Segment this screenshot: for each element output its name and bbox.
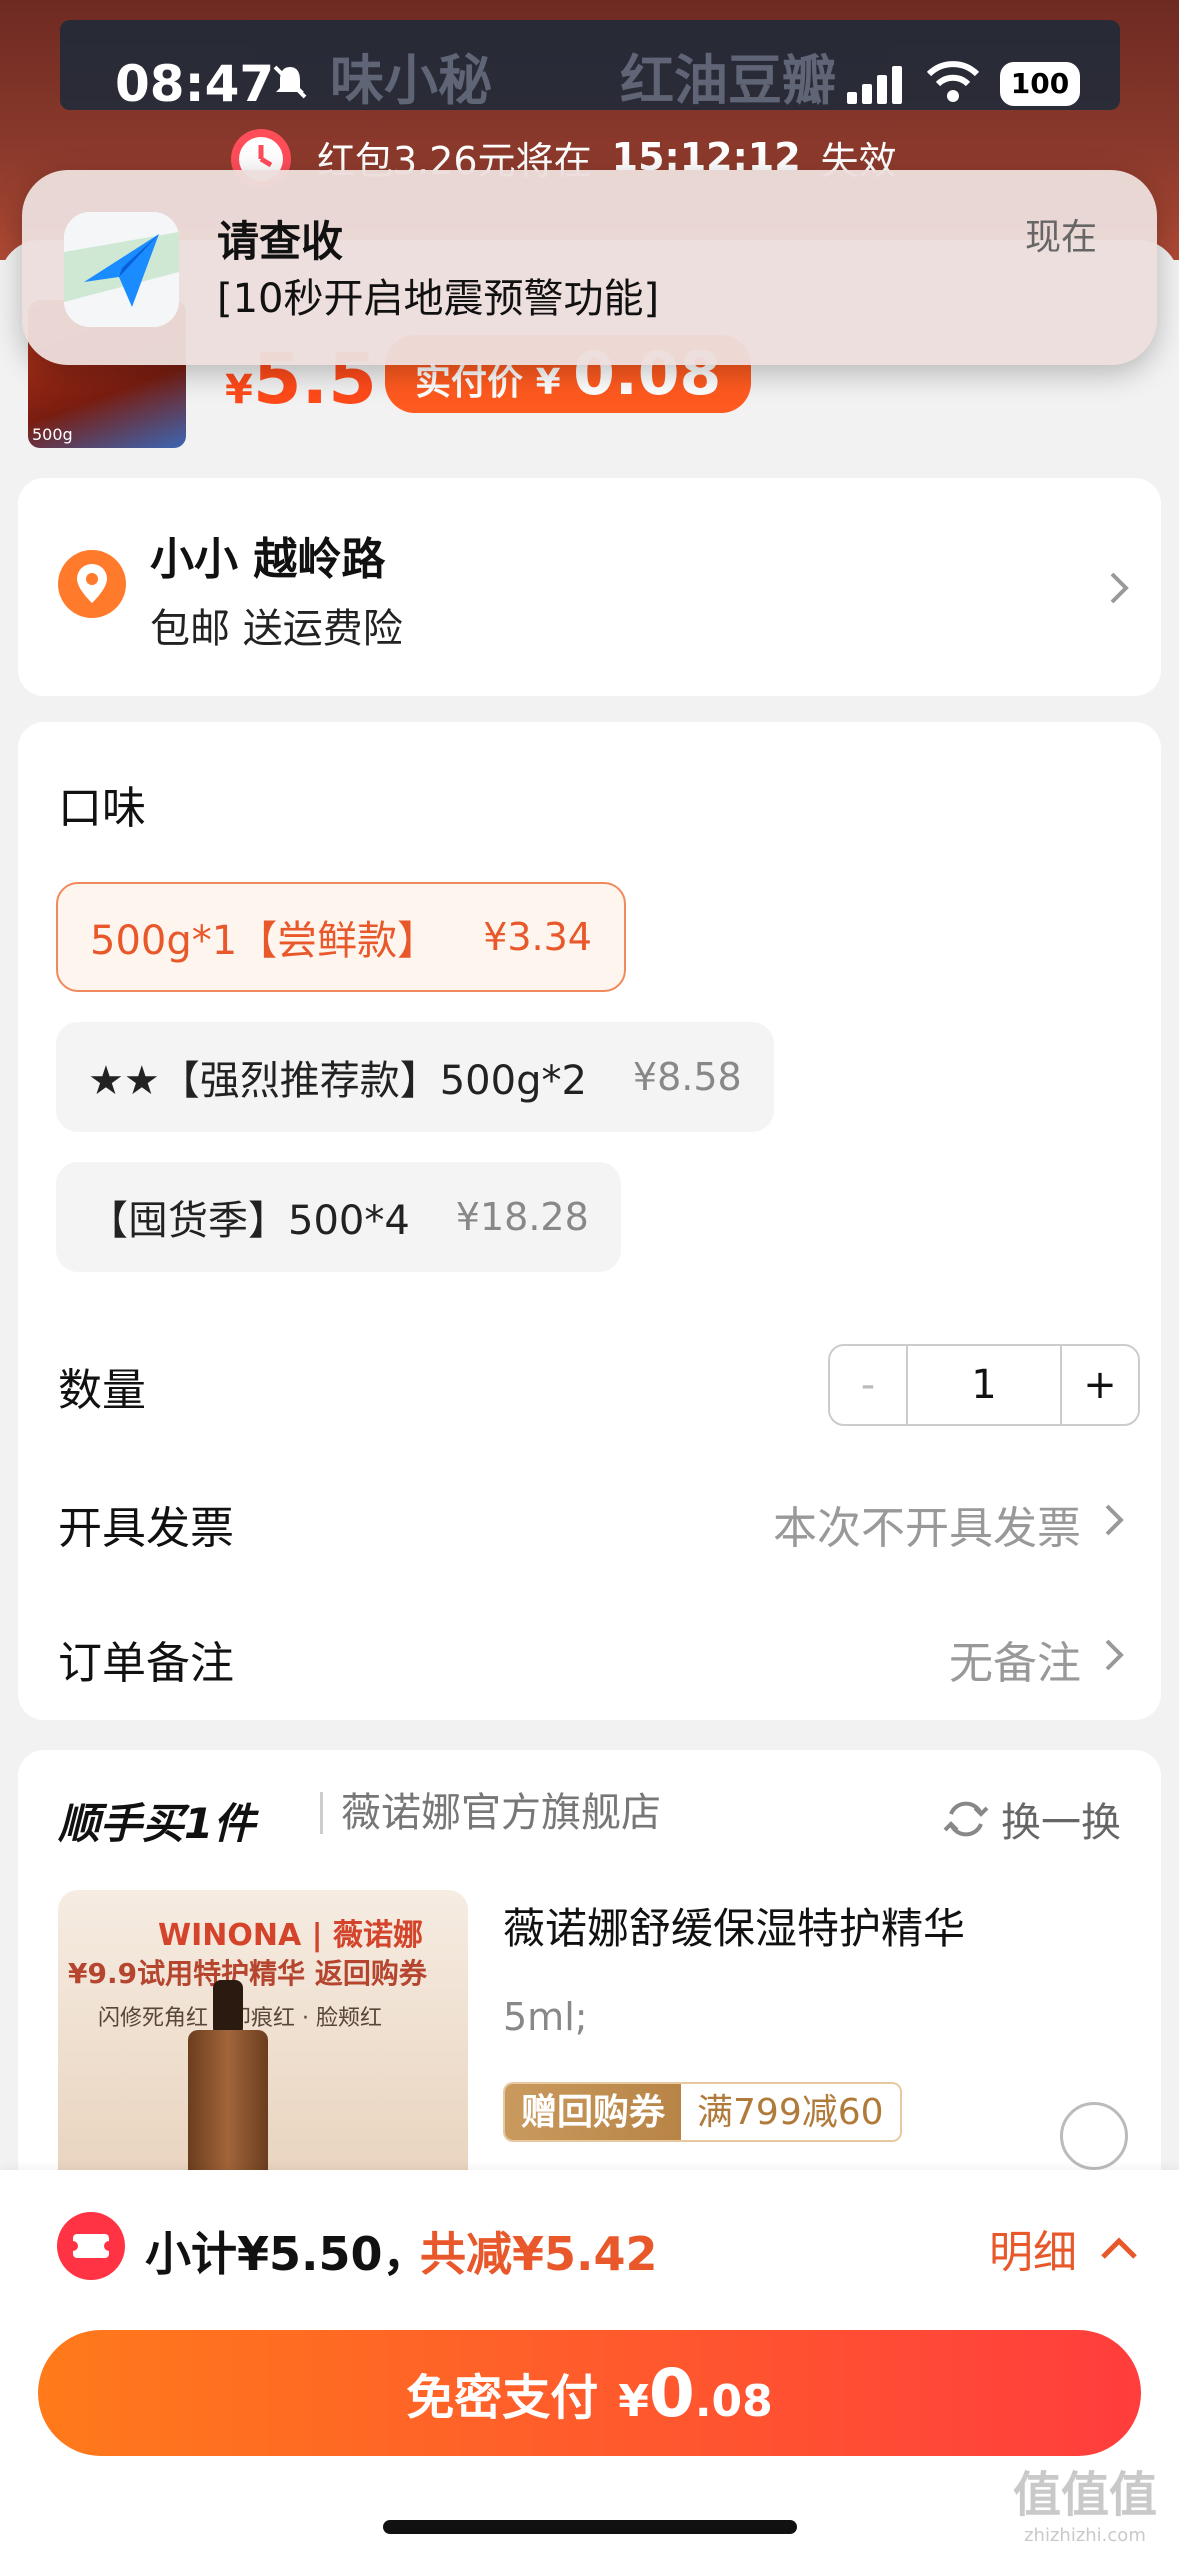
recommend-title: 顺手买1件	[58, 1799, 256, 1848]
quantity-label: 数量	[58, 1365, 146, 1416]
thumbnail-weight: 500g	[32, 425, 73, 444]
recommend-product-name[interactable]: 薇诺娜舒缓保湿特护精华	[503, 1895, 965, 1956]
coupon-tag: 赠回购券	[505, 2084, 682, 2140]
status-time: 08:47	[115, 55, 275, 113]
quantity-plus-button[interactable]: +	[1060, 1346, 1138, 1424]
flavor-label: 口味	[58, 783, 146, 834]
recommend-product-spec: 5ml;	[503, 1995, 588, 2039]
option-price: ¥3.34	[483, 915, 592, 959]
home-indicator[interactable]	[383, 2520, 797, 2534]
location-pin-icon	[58, 550, 126, 618]
quantity-value[interactable]: 1	[908, 1346, 1060, 1424]
remark-value[interactable]: 无备注	[949, 1627, 1081, 1691]
refresh-icon	[943, 1801, 989, 1837]
notification-body: [10秒开启地震预警功能]	[217, 276, 660, 322]
pay-dec: .08	[694, 2375, 773, 2427]
chevron-right-icon	[1110, 572, 1129, 604]
option-label: 500g*1【尝鲜款】	[90, 918, 438, 964]
real-price-label: 实付价	[415, 362, 524, 403]
option-label: ★★【强烈推荐款】500g*2	[88, 1058, 587, 1104]
image-promo: ¥9.9试用特护精华 返回购券	[68, 1957, 427, 1990]
option-500-4[interactable]: 【囤货季】500*4 ¥18.28	[56, 1162, 621, 1272]
option-label: 【囤货季】500*4	[88, 1198, 410, 1244]
add-item-radio[interactable]	[1060, 2102, 1128, 2170]
chevron-right-icon	[1105, 1504, 1124, 1536]
address-card[interactable]: 小小 越岭路 包邮 送运费险	[18, 478, 1161, 696]
bell-muted-icon	[273, 65, 307, 99]
coupon-ticket-icon	[57, 2212, 125, 2280]
site-watermark: 值值值 zhizhizhi.com	[1013, 2455, 1157, 2546]
wifi-icon	[926, 61, 980, 102]
pay-button[interactable]: 免密支付 ¥0.08	[38, 2330, 1141, 2456]
coupon-value: 满799减60	[681, 2084, 900, 2140]
cellular-signal-icon	[847, 66, 902, 104]
pay-label: 免密支付	[406, 2370, 599, 2426]
notification-title: 请查收	[217, 217, 344, 266]
detail-toggle[interactable]: 明细	[989, 2216, 1139, 2280]
notification-time: 现在	[1024, 217, 1097, 258]
option-500g-2[interactable]: ★★【强烈推荐款】500g*2 ¥8.58	[56, 1022, 774, 1132]
option-price: ¥18.28	[455, 1195, 589, 1239]
status-bar: 08:47 100	[0, 0, 1179, 150]
serum-bottle	[188, 2030, 268, 2190]
pay-symbol: ¥	[618, 2375, 649, 2427]
pay-int: 0	[648, 2354, 695, 2432]
watermark-sub: zhizhizhi.com	[1024, 2525, 1146, 2546]
recommend-store: 薇诺娜官方旗舰店	[320, 1792, 661, 1834]
coupon-badge: 赠回购券 满799减60	[503, 2082, 902, 2142]
quantity-stepper: - 1 +	[828, 1344, 1140, 1426]
refresh-label: 换一换	[1001, 1800, 1121, 1846]
pay-amount: ¥0.08	[618, 2355, 773, 2432]
chevron-up-icon	[1101, 2237, 1137, 2259]
battery-indicator: 100	[1000, 62, 1080, 106]
address-name: 小小 越岭路	[150, 534, 386, 585]
bottle-cap	[213, 1980, 243, 2036]
option-500g-1[interactable]: 500g*1【尝鲜款】 ¥3.34	[56, 882, 626, 992]
option-price: ¥8.58	[632, 1055, 742, 1099]
invoice-value[interactable]: 本次不开具发票	[773, 1492, 1081, 1556]
options-card: 口味 500g*1【尝鲜款】 ¥3.34 ★★【强烈推荐款】500g*2 ¥8.…	[18, 722, 1161, 1720]
invoice-label: 开具发票	[58, 1503, 234, 1554]
detail-label: 明细	[989, 2227, 1077, 2278]
quantity-minus-button[interactable]: -	[830, 1346, 908, 1424]
checkout-bar: 小计¥5.50， 共减¥5.42 明细 免密支付 ¥0.08	[0, 2170, 1179, 2556]
push-notification[interactable]: 请查收 [10秒开启地震预警功能] 现在	[22, 170, 1157, 365]
remark-label: 订单备注	[58, 1638, 234, 1689]
discount-text: 共减¥5.42	[420, 2227, 658, 2281]
recommend-product-image[interactable]: WINONA | 薇诺娜 ¥9.9试用特护精华 返回购券 闪修死角红 · 印痕红…	[58, 1890, 468, 2190]
real-price-symbol: ¥	[535, 362, 561, 403]
shipping-info: 包邮 送运费险	[150, 606, 403, 652]
watermark-text: 值值值	[1012, 2467, 1157, 2523]
refresh-button[interactable]: 换一换	[943, 1790, 1121, 1848]
image-brand: WINONA | 薇诺娜	[158, 1918, 424, 1953]
price-symbol: ¥	[225, 367, 253, 413]
chevron-right-icon	[1105, 1639, 1124, 1671]
subtotal-text: 小计¥5.50，	[145, 2227, 429, 2281]
gaode-map-app-icon	[64, 212, 179, 327]
